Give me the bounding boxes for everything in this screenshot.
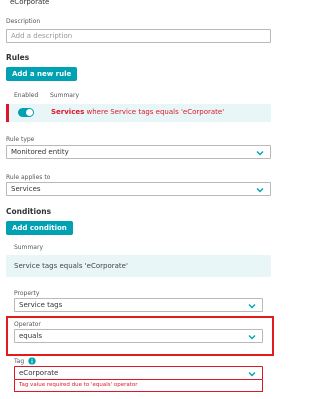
add-condition-button[interactable]: Add condition (6, 221, 73, 235)
tag-error-message: Tag value required due to 'equals' opera… (14, 380, 263, 392)
rule-type-value: Monitored entity (11, 148, 69, 156)
rule-type-select[interactable]: Monitored entity (6, 145, 271, 159)
tag-label: Tag (14, 358, 25, 365)
add-rule-button[interactable]: Add a new rule (6, 67, 78, 81)
description-placeholder: Add a description (11, 32, 73, 40)
chevron-down-icon (256, 188, 264, 193)
operator-select[interactable]: equals (14, 329, 263, 343)
info-icon[interactable] (28, 357, 36, 365)
condition-summary[interactable]: Service tags equals 'eCorporate' (6, 255, 271, 277)
rule-applies-label: Rule applies to (6, 174, 51, 181)
description-label: Description (6, 18, 41, 25)
rule-row[interactable]: Services where Service tags equals 'eCor… (6, 104, 271, 122)
description-field[interactable]: Add a description (6, 29, 271, 43)
rule-applies-select[interactable]: Services (6, 182, 271, 196)
rule-summary: Services where Service tags equals 'eCor… (51, 108, 224, 117)
rule-enabled-toggle[interactable] (18, 108, 34, 117)
summary-column-header: Summary (50, 92, 79, 99)
property-label: Property (14, 290, 40, 297)
property-value: Service tags (19, 301, 63, 309)
name-field[interactable]: eCorporate (6, 0, 271, 10)
chevron-down-icon (248, 304, 256, 309)
property-select[interactable]: Service tags (14, 298, 263, 312)
conditions-heading: Conditions (6, 207, 52, 216)
chevron-down-icon (248, 335, 256, 340)
rule-text: where Service tags equals 'eCorporate' (84, 108, 225, 116)
rule-applies-value: Services (11, 185, 41, 193)
operator-label: Operator (14, 321, 41, 328)
rule-entity: Services (51, 108, 85, 116)
operator-value: equals (19, 332, 43, 340)
chevron-down-icon (256, 151, 264, 156)
name-field-value: eCorporate (10, 0, 50, 6)
condition-summary-header: Summary (14, 244, 43, 251)
rules-heading: Rules (6, 53, 30, 62)
rule-type-label: Rule type (6, 136, 35, 143)
chevron-down-icon (248, 372, 256, 377)
enabled-column-header: Enabled (14, 92, 39, 99)
tag-select[interactable]: eCorporate (14, 366, 263, 380)
tag-value: eCorporate (19, 369, 59, 377)
